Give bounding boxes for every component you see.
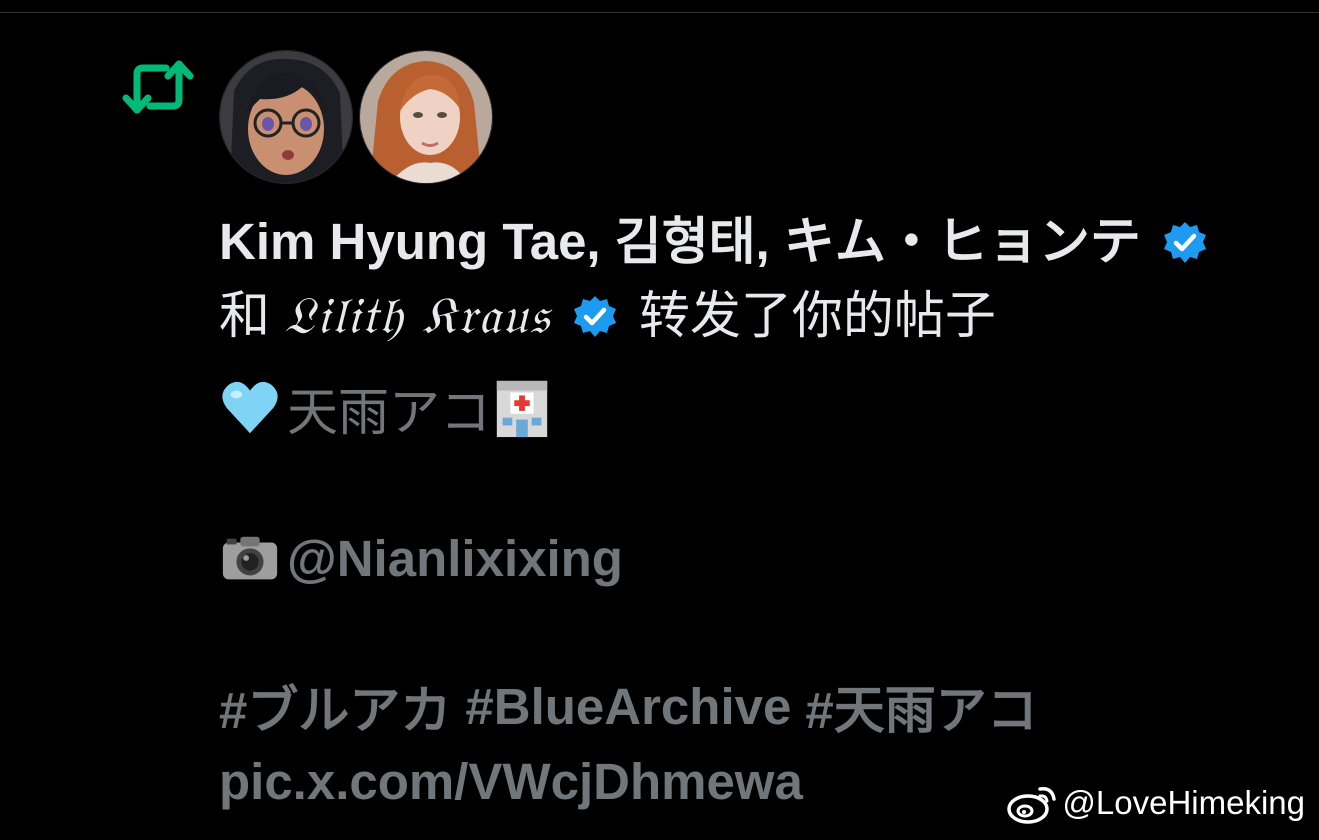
hashtag-link[interactable]: #ブルアカ bbox=[219, 669, 451, 743]
hashtag-link[interactable]: #BlueArchive bbox=[465, 677, 791, 736]
mention-link[interactable]: @Nianlixixing bbox=[287, 529, 623, 588]
post-line-1: 天雨アコ bbox=[219, 372, 559, 444]
watermark-handle: @LoveHimeking bbox=[1062, 784, 1305, 821]
verified-badge-icon bbox=[573, 296, 616, 337]
connector-text: 和 bbox=[219, 287, 271, 344]
avatar-lilith-kraus[interactable] bbox=[359, 50, 493, 184]
post-hashtags: #ブルアカ #BlueArchive #天雨アコ bbox=[219, 670, 1052, 742]
user-name-kim[interactable]: Kim Hyung Tae, 김형태, キム・ヒョンテ bbox=[219, 213, 1141, 270]
media-link[interactable]: pic.x.com/VWcjDhmewa bbox=[219, 752, 803, 811]
user-name-lilith[interactable]: 𝔏𝔦𝔩𝔦𝔱𝔥 𝔎𝔯𝔞𝔲𝔰 bbox=[284, 287, 550, 346]
watermark: @LoveHimeking bbox=[1006, 778, 1305, 828]
repost-notification: Kim Hyung Tae, 김형태, キム・ヒョンテ 和 𝔏𝔦𝔩𝔦𝔱𝔥 𝔎𝔯𝔞… bbox=[219, 205, 1239, 354]
post-line-2: @Nianlixixing bbox=[219, 522, 623, 594]
weibo-logo-icon bbox=[1007, 786, 1057, 824]
avatar-kim-hyung-tae[interactable] bbox=[219, 50, 353, 184]
camera-emoji bbox=[222, 536, 278, 580]
top-divider bbox=[0, 12, 1319, 13]
repost-icon bbox=[122, 58, 194, 116]
verified-badge-icon bbox=[1164, 222, 1207, 263]
action-text: 转发了你的帖子 bbox=[638, 287, 996, 344]
post-media-link: pic.x.com/VWcjDhmewa bbox=[219, 745, 803, 817]
hashtag-link[interactable]: #天雨アコ bbox=[805, 669, 1037, 743]
post-text: 天雨アコ bbox=[287, 384, 492, 441]
hospital-emoji bbox=[496, 380, 548, 438]
light-blue-heart-emoji bbox=[222, 381, 278, 434]
